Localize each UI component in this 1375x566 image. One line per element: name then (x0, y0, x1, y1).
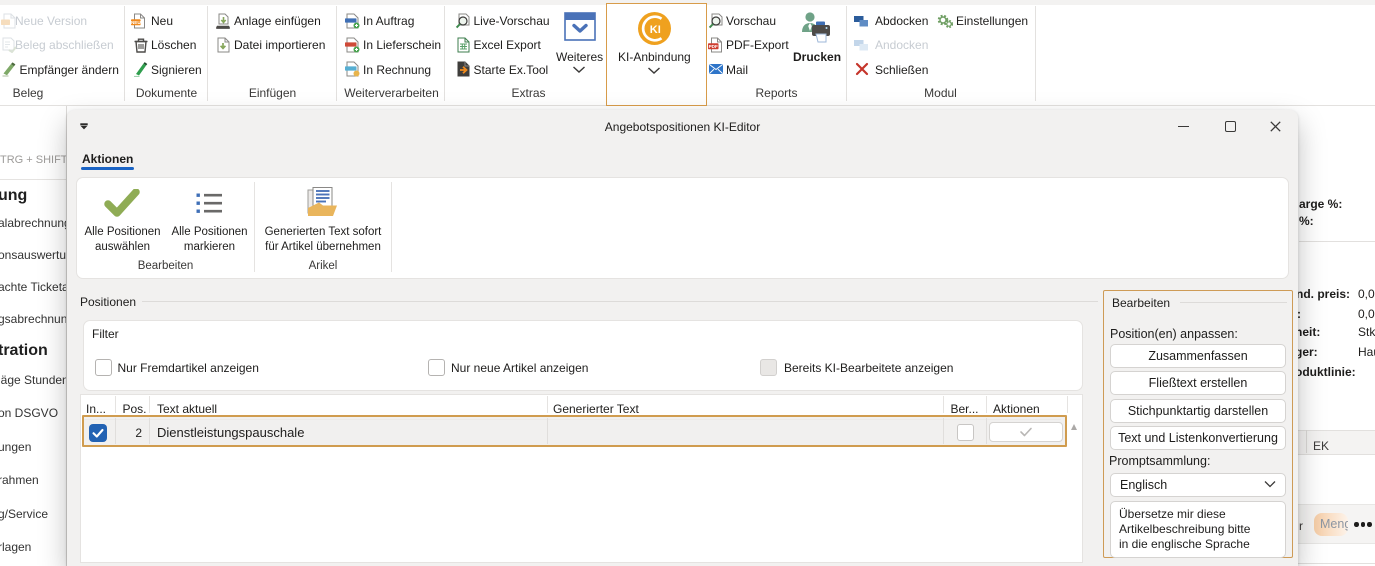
svg-text:KI: KI (649, 24, 660, 36)
svg-text:NEU: NEU (131, 20, 141, 25)
svg-text:PDF: PDF (708, 44, 717, 49)
